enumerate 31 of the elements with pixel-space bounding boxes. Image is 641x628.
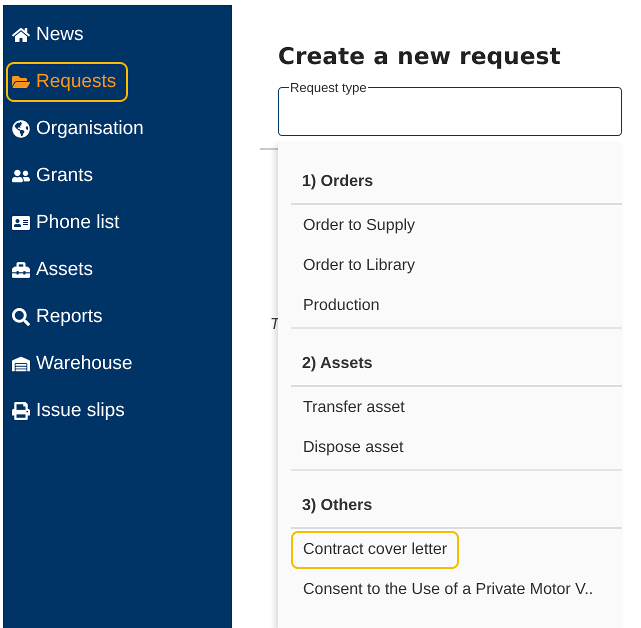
nav-item[interactable]: Issue slips [6, 391, 137, 431]
people-icon [12, 167, 30, 185]
printer-icon [12, 402, 30, 420]
page-title: Create a new request [278, 44, 562, 70]
menu-option[interactable]: Order to Supply [291, 207, 622, 245]
menu-option[interactable]: Contract cover letter [291, 531, 460, 569]
search-icon [12, 308, 30, 326]
menu-option[interactable]: Consent to the Use of a Private Motor V.. [291, 571, 622, 609]
nav-item[interactable]: Reports [6, 297, 115, 337]
group-heading: 3) Others [291, 487, 622, 529]
group-heading: 2) Assets [291, 345, 622, 387]
nav-item[interactable]: News [6, 15, 96, 55]
menu-option[interactable]: Dispose asset [291, 429, 622, 467]
toolbox-icon [12, 261, 30, 279]
menu-option[interactable]: Production [291, 287, 622, 325]
house-icon [12, 26, 30, 44]
globe-icon [12, 120, 30, 138]
nav-item[interactable]: Assets [6, 250, 106, 290]
warehouse-icon [12, 355, 30, 373]
folder-icon [12, 73, 30, 91]
menu-option[interactable]: Order to Library [291, 247, 622, 285]
nav-item[interactable]: Warehouse [6, 344, 144, 384]
nav-item[interactable]: Requests [6, 62, 128, 102]
nav-item[interactable]: Phone list [6, 203, 132, 243]
field-label: Request type [289, 80, 368, 95]
nav-item[interactable]: Organisation [6, 109, 156, 149]
contact-card-icon [12, 214, 30, 232]
nav-item[interactable]: Grants [6, 156, 106, 196]
menu-option[interactable]: Transfer asset [291, 389, 622, 427]
request-type-field[interactable]: Request type [278, 80, 622, 136]
group-heading: 1) Orders [291, 163, 622, 205]
